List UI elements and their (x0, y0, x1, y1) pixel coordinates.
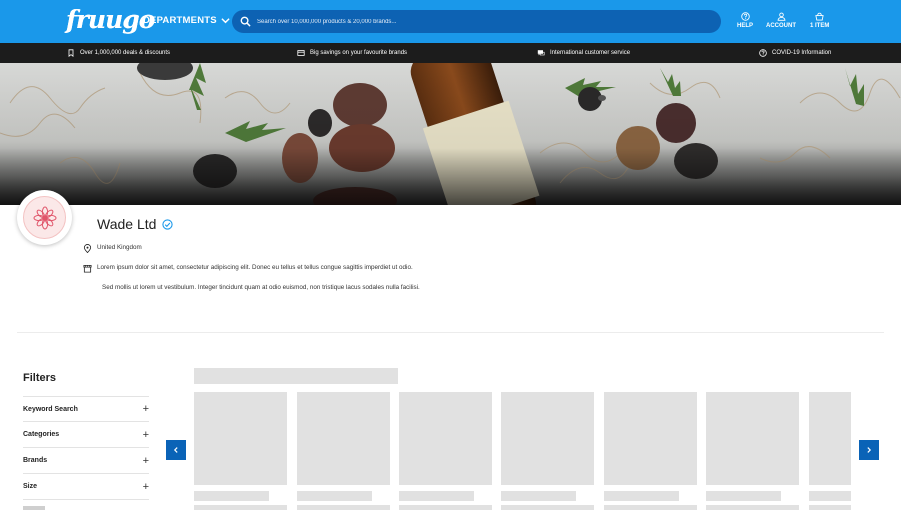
store-description-2: Sed mollis ut lorem ut vestibulum. Integ… (102, 284, 420, 291)
plus-icon: + (142, 454, 149, 467)
filter-label: Size (23, 483, 38, 490)
basket-label: 1 ITEM (810, 23, 830, 29)
filter-next-placeholder (23, 506, 45, 510)
product-image-placeholder[interactable] (809, 392, 851, 485)
product-price-placeholder (501, 505, 594, 510)
carousel-prev-button[interactable] (166, 440, 186, 460)
deals-label: Over 1,000,000 deals & discounts (80, 50, 171, 56)
store-name: Wade Ltd (97, 216, 174, 232)
product-price-placeholder (297, 505, 390, 510)
chevron-left-icon (173, 447, 178, 453)
product-title-placeholder (706, 491, 781, 501)
savings-label: Big savings on your favourite brands (310, 50, 408, 56)
filters-title: Filters (23, 372, 57, 384)
basket-icon (815, 12, 824, 21)
account-label: ACCOUNT (766, 23, 796, 29)
filter-label: Categories (23, 431, 60, 438)
banner-illustration (0, 63, 901, 205)
store-icon (83, 264, 92, 273)
product-title-placeholder (297, 491, 372, 501)
plus-icon: + (142, 403, 149, 415)
chat-icon (537, 50, 545, 56)
product-image-placeholder[interactable] (706, 392, 799, 485)
covid-info-label: COVID-19 Information (772, 50, 832, 56)
basket-button[interactable]: 1 ITEM (810, 12, 829, 29)
product-image-placeholder[interactable] (501, 392, 594, 485)
card-icon (297, 50, 305, 56)
section-divider (17, 332, 884, 333)
chevron-down-icon (221, 18, 230, 24)
filter-label: Keyword Search (23, 405, 78, 413)
filter-brands[interactable]: Brands + (23, 448, 149, 474)
departments-label: DEPARTMENTS (143, 15, 217, 26)
search-input[interactable] (257, 18, 677, 25)
store-logo-inner (23, 196, 66, 239)
product-title-placeholder (809, 491, 851, 501)
store-description-1: Lorem ipsum dolor sit amet, consectetur … (97, 264, 413, 271)
product-price-placeholder (809, 505, 851, 510)
help-label: HELP (737, 23, 754, 29)
product-price-placeholder (399, 505, 492, 510)
plus-icon: + (142, 480, 149, 493)
filter-categories[interactable]: Categories + (23, 422, 149, 448)
section-title-placeholder (194, 368, 398, 384)
chevron-right-icon (867, 447, 872, 453)
flower-icon (33, 206, 56, 229)
carousel-next-button[interactable] (859, 440, 879, 460)
customer-service-label: International customer service (550, 50, 631, 56)
store-logo (17, 190, 72, 245)
product-title-placeholder (501, 491, 576, 501)
filter-label: Brands (23, 457, 48, 464)
verified-badge-icon (162, 218, 174, 230)
product-image-placeholder[interactable] (297, 392, 390, 485)
product-title-placeholder (194, 491, 269, 501)
filter-size[interactable]: Size + (23, 474, 149, 500)
help-circle-icon (759, 49, 767, 57)
fruugo-logo[interactable]: fruugo (66, 5, 155, 34)
customer-service-link[interactable]: International customer service (537, 49, 630, 57)
account-button[interactable]: ACCOUNT (766, 12, 796, 29)
product-price-placeholder (604, 505, 697, 510)
help-button[interactable]: HELP (737, 12, 753, 29)
product-price-placeholder (194, 505, 287, 510)
location-pin-icon (83, 244, 92, 253)
store-location: United Kingdom (83, 243, 417, 253)
departments-menu-button[interactable]: DEPARTMENTS (143, 15, 230, 26)
info-strip: Over 1,000,000 deals & discounts Big sav… (0, 43, 901, 63)
user-icon (777, 12, 785, 21)
store-description: Lorem ipsum dolor sit amet, consectetur … (83, 263, 422, 293)
product-image-placeholder[interactable] (194, 392, 287, 485)
site-header: fruugo DEPARTMENTS HELP ACCOUNT 1 ITEM (0, 0, 901, 43)
filter-keyword-search[interactable]: Keyword Search + (23, 396, 149, 422)
search-bar (232, 10, 721, 33)
product-image-placeholder[interactable] (604, 392, 697, 485)
plus-icon: + (142, 428, 149, 441)
product-title-placeholder (604, 491, 679, 501)
savings-link[interactable]: Big savings on your favourite brands (297, 49, 407, 57)
covid-info-link[interactable]: COVID-19 Information (759, 49, 831, 57)
store-banner-image (0, 63, 901, 205)
store-name-text: Wade Ltd (97, 216, 157, 232)
deals-link[interactable]: Over 1,000,000 deals & discounts (67, 49, 170, 57)
search-icon[interactable] (240, 16, 251, 27)
product-title-placeholder (399, 491, 474, 501)
product-price-placeholder (706, 505, 799, 510)
product-image-placeholder[interactable] (399, 392, 492, 485)
help-icon (740, 12, 750, 21)
bookmark-icon (68, 49, 74, 57)
store-location-text: United Kingdom (97, 244, 142, 251)
